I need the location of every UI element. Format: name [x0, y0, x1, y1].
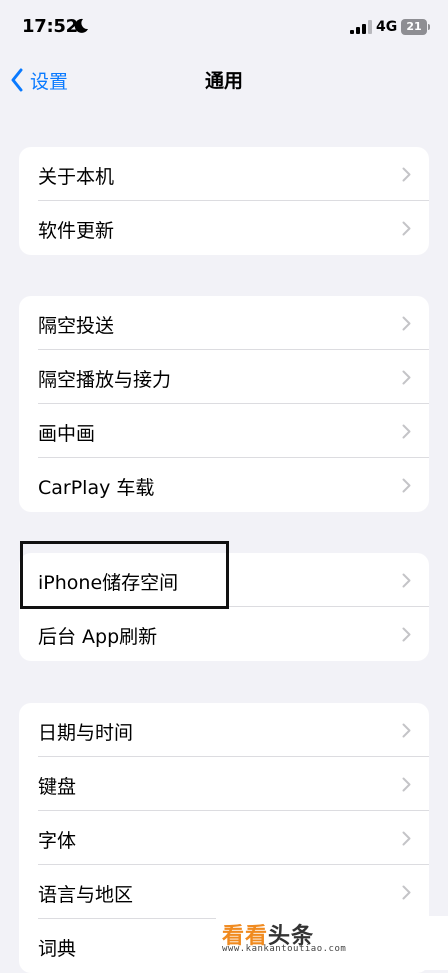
chevron-right-icon — [402, 831, 411, 846]
chevron-right-icon — [402, 316, 411, 331]
row-fonts[interactable]: 字体 — [19, 811, 429, 865]
watermark: 看看头条 www.kankantoutiao.com — [216, 916, 448, 970]
row-label: 画中画 — [38, 423, 96, 445]
highlight-annotation-box — [20, 541, 229, 609]
chevron-right-icon — [402, 627, 411, 642]
row-label: 关于本机 — [38, 166, 115, 188]
navigation-bar: 设置 通用 — [0, 56, 448, 104]
status-time: 17:52 — [22, 16, 78, 37]
chevron-right-icon — [402, 424, 411, 439]
row-picture-in-picture[interactable]: 画中画 — [19, 404, 429, 458]
row-keyboard[interactable]: 键盘 — [19, 757, 429, 811]
row-label: 后台 App刷新 — [38, 626, 158, 648]
battery-tip — [428, 24, 430, 30]
row-carplay[interactable]: CarPlay 车载 — [19, 458, 429, 512]
watermark-url: www.kankantoutiao.com — [222, 944, 347, 954]
chevron-right-icon — [402, 478, 411, 493]
row-label: 键盘 — [38, 776, 77, 798]
row-date-time[interactable]: 日期与时间 — [19, 703, 429, 757]
chevron-right-icon — [402, 573, 411, 588]
status-bar: 17:52 4G 21 — [0, 0, 448, 56]
row-label: 语言与地区 — [38, 884, 134, 906]
row-language-region[interactable]: 语言与地区 — [19, 865, 429, 919]
cellular-signal-icon — [350, 20, 372, 34]
chevron-right-icon — [402, 777, 411, 792]
settings-group-about: 关于本机 软件更新 — [19, 147, 429, 255]
network-type: 4G — [376, 19, 398, 35]
row-label: 字体 — [38, 830, 77, 852]
row-airdrop[interactable]: 隔空投送 — [19, 296, 429, 350]
row-background-app-refresh[interactable]: 后台 App刷新 — [19, 607, 429, 661]
chevron-right-icon — [402, 221, 411, 236]
row-label: 隔空播放与接力 — [38, 369, 172, 391]
chevron-right-icon — [402, 370, 411, 385]
row-label: CarPlay 车载 — [38, 477, 155, 499]
row-about-device[interactable]: 关于本机 — [19, 147, 429, 201]
row-label: 词典 — [38, 938, 77, 960]
row-label: 软件更新 — [38, 220, 115, 242]
settings-group-airdrop: 隔空投送 隔空播放与接力 画中画 CarPlay 车载 — [19, 296, 429, 512]
chevron-right-icon — [402, 723, 411, 738]
row-software-update[interactable]: 软件更新 — [19, 201, 429, 255]
battery-icon: 21 — [401, 19, 427, 35]
row-label: 日期与时间 — [38, 722, 134, 744]
row-airplay-handoff[interactable]: 隔空播放与接力 — [19, 350, 429, 404]
page-title: 通用 — [204, 70, 243, 92]
chevron-right-icon — [402, 885, 411, 900]
row-label: 隔空投送 — [38, 315, 115, 337]
chevron-right-icon — [402, 167, 411, 182]
moon-icon — [74, 18, 88, 33]
